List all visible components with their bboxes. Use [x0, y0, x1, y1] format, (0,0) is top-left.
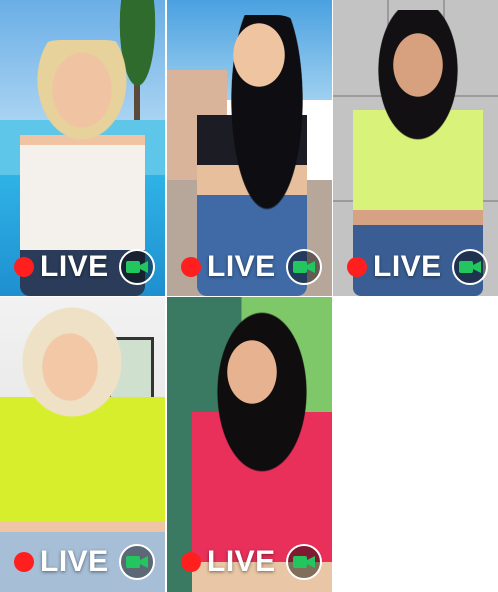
live-label: LIVE: [40, 545, 109, 578]
live-stream-card[interactable]: LIVE: [333, 0, 498, 296]
video-call-button[interactable]: [286, 544, 322, 580]
live-dot-icon: [181, 552, 201, 572]
live-indicator-bar: LIVE: [0, 238, 165, 296]
video-camera-icon: [293, 556, 315, 568]
live-label: LIVE: [207, 545, 276, 578]
live-indicator-bar: LIVE: [333, 238, 498, 296]
live-stream-card[interactable]: LIVE: [167, 0, 332, 296]
video-camera-icon: [126, 261, 148, 273]
video-camera-icon: [126, 556, 148, 568]
video-call-button[interactable]: [119, 544, 155, 580]
video-camera-icon: [293, 261, 315, 273]
live-label: LIVE: [40, 250, 109, 283]
live-indicator-bar: LIVE: [167, 532, 332, 592]
video-call-button[interactable]: [119, 249, 155, 285]
live-streams-grid: LIVE LIVE LIVE LIVE LIVE: [0, 0, 498, 592]
live-dot-icon: [14, 257, 34, 277]
live-dot-icon: [14, 552, 34, 572]
live-indicator-bar: LIVE: [0, 532, 165, 592]
live-indicator-bar: LIVE: [167, 238, 332, 296]
video-camera-icon: [459, 261, 481, 273]
live-dot-icon: [347, 257, 367, 277]
live-stream-card[interactable]: LIVE: [0, 0, 165, 296]
live-stream-card[interactable]: LIVE: [0, 297, 165, 592]
live-stream-card[interactable]: LIVE: [167, 297, 332, 592]
live-dot-icon: [181, 257, 201, 277]
live-label: LIVE: [207, 250, 276, 283]
video-call-button[interactable]: [286, 249, 322, 285]
video-call-button[interactable]: [452, 249, 488, 285]
live-label: LIVE: [373, 250, 442, 283]
